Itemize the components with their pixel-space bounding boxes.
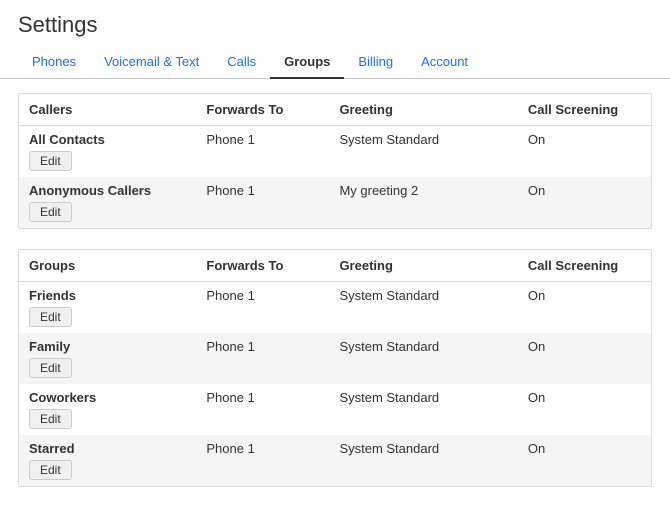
group-greeting: System Standard — [329, 384, 517, 435]
group-screening: On — [518, 333, 651, 384]
tab-phones[interactable]: Phones — [18, 46, 90, 79]
page-title: Settings — [0, 0, 670, 46]
group-screening: On — [518, 435, 651, 486]
caller-edit-button[interactable]: Edit — [29, 202, 72, 222]
callers-table: Callers Forwards To Greeting Call Screen… — [19, 94, 651, 228]
caller-name-cell: All Contacts Edit — [19, 126, 196, 178]
table-row: Anonymous Callers Edit Phone 1 My greeti… — [19, 177, 651, 228]
col-header-groups: Groups — [19, 250, 196, 282]
group-name: Starred — [29, 441, 186, 456]
group-greeting: System Standard — [329, 333, 517, 384]
tab-groups[interactable]: Groups — [270, 46, 344, 79]
group-edit-button[interactable]: Edit — [29, 409, 72, 429]
group-name-cell: Starred Edit — [19, 435, 196, 486]
caller-screening: On — [518, 177, 651, 228]
group-forwards: Phone 1 — [196, 384, 329, 435]
col-header-greeting: Greeting — [329, 94, 517, 126]
table-row: Family Edit Phone 1 System Standard On — [19, 333, 651, 384]
caller-name: All Contacts — [29, 132, 186, 147]
group-edit-button[interactable]: Edit — [29, 307, 72, 327]
groups-table: Groups Forwards To Greeting Call Screeni… — [19, 250, 651, 486]
col-header-callers: Callers — [19, 94, 196, 126]
tab-calls[interactable]: Calls — [213, 46, 270, 79]
tab-voicemail[interactable]: Voicemail & Text — [90, 46, 213, 79]
caller-greeting: My greeting 2 — [329, 177, 517, 228]
group-edit-button[interactable]: Edit — [29, 460, 72, 480]
caller-screening: On — [518, 126, 651, 178]
group-greeting: System Standard — [329, 435, 517, 486]
content-area: Callers Forwards To Greeting Call Screen… — [0, 79, 670, 521]
groups-table-container: Groups Forwards To Greeting Call Screeni… — [18, 249, 652, 487]
group-screening: On — [518, 282, 651, 334]
group-name-cell: Family Edit — [19, 333, 196, 384]
tab-billing[interactable]: Billing — [344, 46, 407, 79]
group-name: Family — [29, 339, 186, 354]
col-header-screening: Call Screening — [518, 94, 651, 126]
col-header-forwards: Forwards To — [196, 94, 329, 126]
group-name-cell: Friends Edit — [19, 282, 196, 334]
caller-name-cell: Anonymous Callers Edit — [19, 177, 196, 228]
table-row: Starred Edit Phone 1 System Standard On — [19, 435, 651, 486]
table-row: Coworkers Edit Phone 1 System Standard O… — [19, 384, 651, 435]
group-forwards: Phone 1 — [196, 333, 329, 384]
table-row: All Contacts Edit Phone 1 System Standar… — [19, 126, 651, 178]
group-greeting: System Standard — [329, 282, 517, 334]
callers-table-container: Callers Forwards To Greeting Call Screen… — [18, 93, 652, 229]
group-name-cell: Coworkers Edit — [19, 384, 196, 435]
table-row: Friends Edit Phone 1 System Standard On — [19, 282, 651, 334]
tabs-bar: Phones Voicemail & Text Calls Groups Bil… — [0, 46, 670, 79]
caller-name: Anonymous Callers — [29, 183, 186, 198]
col-header-groups-screening: Call Screening — [518, 250, 651, 282]
caller-forwards: Phone 1 — [196, 177, 329, 228]
group-edit-button[interactable]: Edit — [29, 358, 72, 378]
group-name: Friends — [29, 288, 186, 303]
group-name: Coworkers — [29, 390, 186, 405]
tab-account[interactable]: Account — [407, 46, 482, 79]
group-forwards: Phone 1 — [196, 282, 329, 334]
col-header-groups-forwards: Forwards To — [196, 250, 329, 282]
caller-greeting: System Standard — [329, 126, 517, 178]
callers-section: Callers Forwards To Greeting Call Screen… — [18, 93, 652, 229]
groups-section: Groups Forwards To Greeting Call Screeni… — [18, 249, 652, 487]
group-forwards: Phone 1 — [196, 435, 329, 486]
col-header-groups-greeting: Greeting — [329, 250, 517, 282]
caller-forwards: Phone 1 — [196, 126, 329, 178]
group-screening: On — [518, 384, 651, 435]
caller-edit-button[interactable]: Edit — [29, 151, 72, 171]
